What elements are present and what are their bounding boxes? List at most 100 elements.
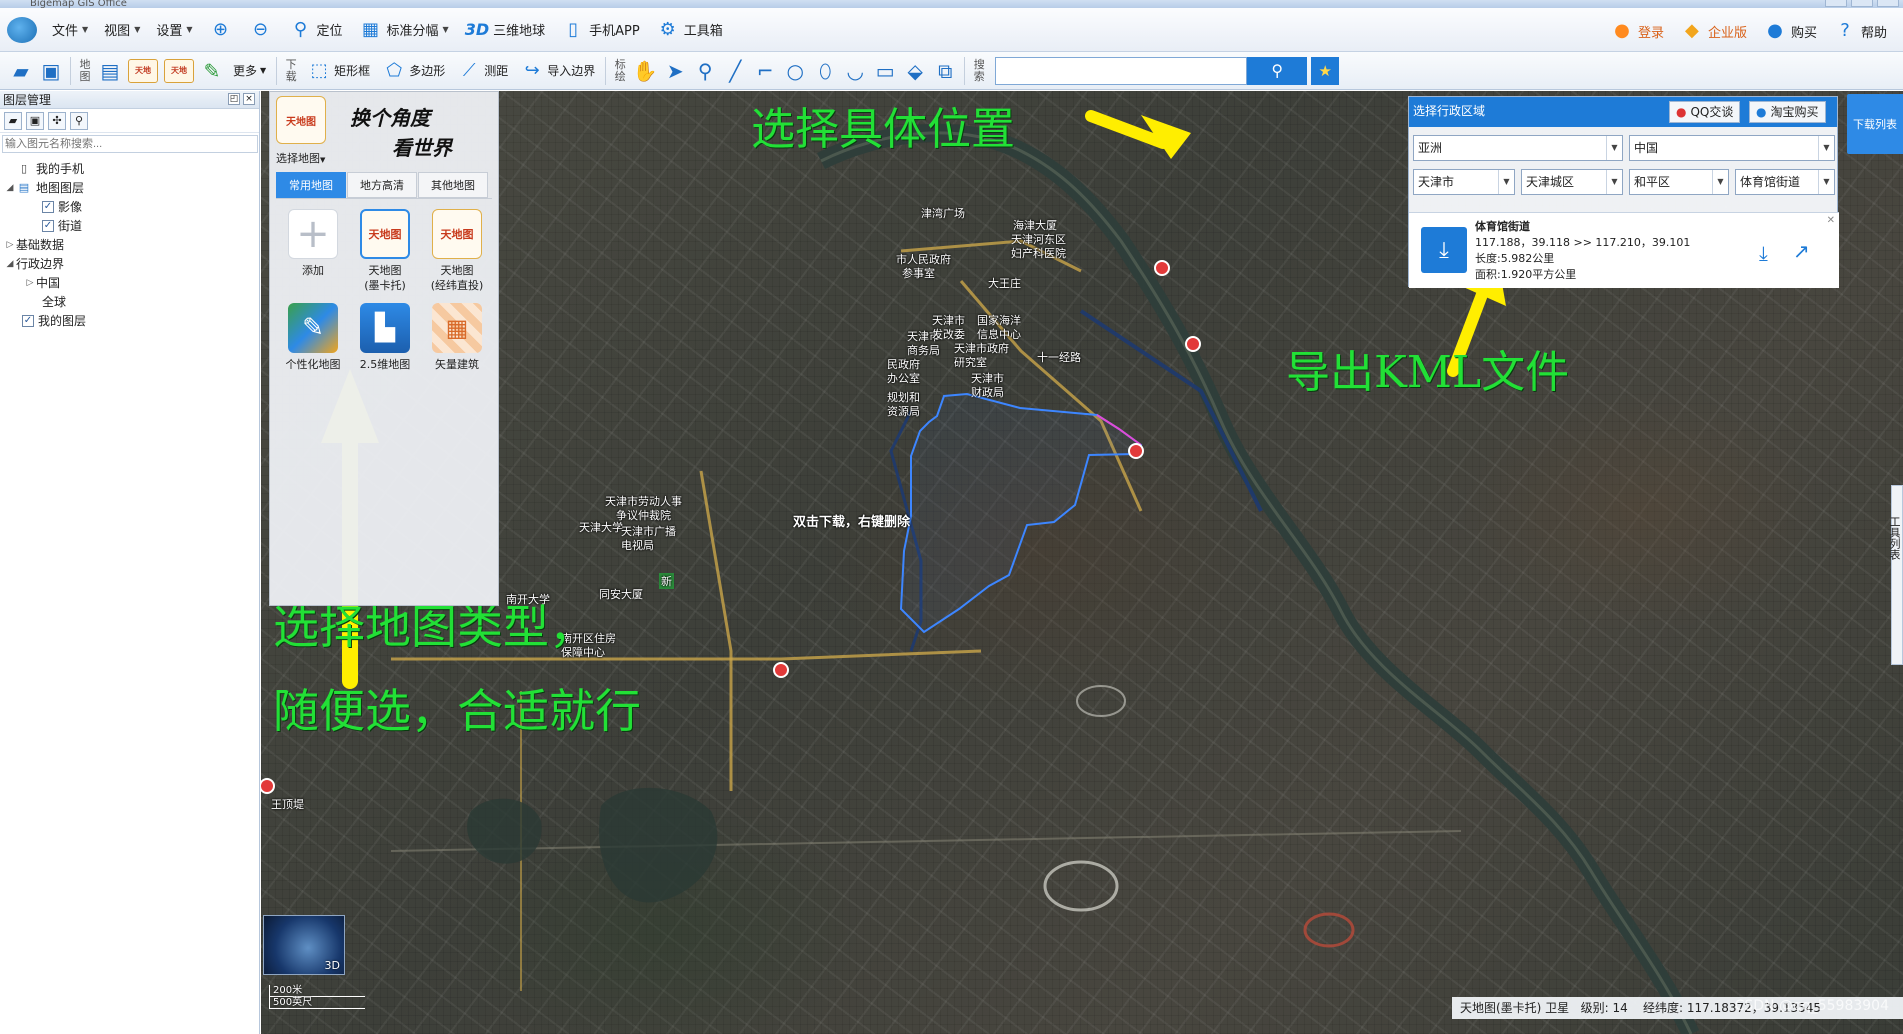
map-item-25d[interactable]: ▙ 2.5维地图 [350,303,420,372]
tree-item-admin-boundary[interactable]: ◢ 行政边界 [0,254,259,273]
more-maps-button[interactable]: 更多 ▼ [227,56,272,86]
region-name: 体育馆街道 [1475,220,1530,233]
tianditu-quick-icon[interactable]: 天地 [128,58,158,83]
arc-icon[interactable]: ◡ [840,56,870,86]
expanded-arrow-icon[interactable]: ◢ [4,259,16,269]
map-label: 参事室 [902,267,935,280]
tree-item-global[interactable]: 全球 [0,292,259,311]
line-icon[interactable]: ╱ [720,56,750,86]
county-select[interactable]: 和平区 ▼ [1629,169,1729,195]
open-folder-icon[interactable]: ▰ [4,111,22,130]
edit-shape-icon[interactable]: ⬙ [900,56,930,86]
help-button[interactable]: ? 帮助 [1825,14,1895,48]
menu-settings[interactable]: 设置 ▼ [148,13,200,47]
buy-button[interactable]: ● 购买 [1755,14,1825,48]
import-boundary-button[interactable]: ↪ 导入边界 [514,56,601,86]
taobao-buy-button[interactable]: ● 淘宝购买 [1749,101,1826,123]
enterprise-button[interactable]: ◆ 企业版 [1672,14,1755,48]
close-icon[interactable]: × [243,93,255,105]
tianditu-logo-icon[interactable]: 天地图 [276,96,326,144]
expanded-arrow-icon[interactable]: ◢ [4,183,16,193]
menu-file[interactable]: 文件 ▼ [44,13,96,47]
region-result-card[interactable]: ⤓ 体育馆街道 117.188，39.118 >> 117.210，39.101… [1409,212,1839,288]
favorite-button[interactable]: ★ [1311,56,1340,85]
download-list-button[interactable]: 下载列表 [1847,94,1903,154]
district-select[interactable]: 天津城区 ▼ [1521,169,1623,195]
district-boundary[interactable] [899,392,1143,634]
tree-item-my-phone[interactable]: ▯ 我的手机 [0,159,259,178]
qq-chat-button[interactable]: ● QQ交谈 [1669,101,1741,123]
collapsed-arrow-icon[interactable]: ▷ [24,278,36,288]
save-icon[interactable]: ▣ [36,56,66,86]
tab-common-maps[interactable]: 常用地图 [276,172,346,198]
map-layers-icon[interactable]: ▤ [95,56,125,86]
checkbox-checked[interactable]: ✓ [42,219,54,232]
map-item-vector-building[interactable]: ▦ 矢量建筑 [422,303,492,372]
map-view[interactable]: 海津大厦 天津河东区 妇产科医院 津湾广场 市人民政府 参事室 大王庄 天津市 … [261,91,1903,1034]
polyline-icon[interactable]: ⌐ [750,56,780,86]
toolbox-button[interactable]: ⚙ 工具箱 [648,13,731,47]
search-button[interactable]: ⚲ [1247,56,1308,85]
save-icon[interactable]: ▣ [26,111,44,130]
province-select[interactable]: 天津市 ▼ [1413,169,1515,195]
custom-map-icon[interactable]: ✎ [197,56,227,86]
pointer-icon[interactable]: ➤ [660,56,690,86]
expand-all-icon[interactable]: ✣ [48,111,66,130]
street-select[interactable]: 体育馆街道 ▼ [1735,169,1835,195]
zoom-out-button[interactable]: ⊖ [241,13,281,47]
zoom-in-button[interactable]: ⊕ [201,13,241,47]
polygon-select-button[interactable]: ⬠ 多边形 [376,56,451,86]
pin-icon[interactable]: ◰ [228,93,240,105]
menu-right: ● 登录 ◆ 企业版 ● 购买 ? 帮助 [1602,14,1895,48]
country-select[interactable]: 中国 ▼ [1629,135,1835,161]
marker-icon[interactable]: ⚲ [690,56,720,86]
map-item-add[interactable]: + 添加 [278,209,348,293]
rectangle-draw-icon[interactable]: ▭ [870,56,900,86]
select-map-dropdown[interactable]: 选择地图▼ [276,150,325,166]
lake [467,798,542,864]
open-folder-icon[interactable]: ▰ [6,56,36,86]
ellipse-icon[interactable]: ⬯ [810,56,840,86]
map-group-label: 地图 [79,57,91,83]
download-region-icon[interactable]: ⤓ [1421,227,1467,273]
tree-item-china[interactable]: ▷ 中国 [0,273,259,292]
menu-view[interactable]: 视图 ▼ [96,13,148,47]
continent-select[interactable]: 亚洲 ▼ [1413,135,1623,161]
tab-other-maps[interactable]: 其他地图 [418,172,488,198]
locate-button[interactable]: ⚲ 定位 [281,13,351,47]
maximize-button[interactable] [1851,0,1873,7]
search-input[interactable] [995,56,1248,85]
tab-local-hd[interactable]: 地方高清 [347,172,417,198]
3d-globe-button[interactable]: 3D 三维地球 [457,13,553,47]
tree-item-imagery[interactable]: ✓ 影像 [0,197,259,216]
tianditu-quick-icon[interactable]: 天地 [164,58,194,83]
globe-3d-thumbnail[interactable]: 3D [263,915,345,975]
minimize-button[interactable] [1825,0,1847,7]
standard-sheet-button[interactable]: ▦ 标准分幅 ▼ [351,13,457,47]
layer-search-input[interactable] [2,135,258,153]
search-icon[interactable]: ⚲ [70,111,88,130]
checkbox-checked[interactable]: ✓ [42,200,54,213]
checkbox-checked[interactable]: ✓ [22,314,34,327]
map-item-tianditu-mercator[interactable]: 天地图 天地图 (墨卡托) [350,209,420,293]
map-item-custom[interactable]: ✎ 个性化地图 [278,303,348,372]
close-icon[interactable]: ✕ [1827,215,1835,226]
tree-item-base-data[interactable]: ▷ 基础数据 [0,235,259,254]
rectangle-select-button[interactable]: ⬚ 矩形框 [301,56,376,86]
measure-button[interactable]: ⟋ 测距 [451,56,514,86]
download-icon[interactable]: ⤓ [1759,241,1768,265]
mobile-app-button[interactable]: ▯ 手机APP [553,13,648,47]
map-label: 大王庄 [988,277,1021,290]
tree-item-my-layers[interactable]: ✓ 我的图层 [0,311,259,330]
map-item-tianditu-latlon[interactable]: 天地图 天地图 (经纬直投) [422,209,492,293]
tree-item-streets[interactable]: ✓ 街道 [0,216,259,235]
tree-item-map-layers[interactable]: ◢ ▤ 地图图层 [0,178,259,197]
circle-icon[interactable]: ○ [780,56,810,86]
export-kml-icon[interactable]: ↗ [1793,239,1810,263]
login-button[interactable]: ● 登录 [1602,14,1672,48]
hand-pan-icon[interactable]: ✋ [630,56,660,86]
side-tool-tab[interactable]: 工具列表 [1888,485,1903,665]
close-window-button[interactable] [1877,0,1899,7]
collapsed-arrow-icon[interactable]: ▷ [4,240,16,250]
export-shape-icon[interactable]: ⧉ [930,56,960,86]
